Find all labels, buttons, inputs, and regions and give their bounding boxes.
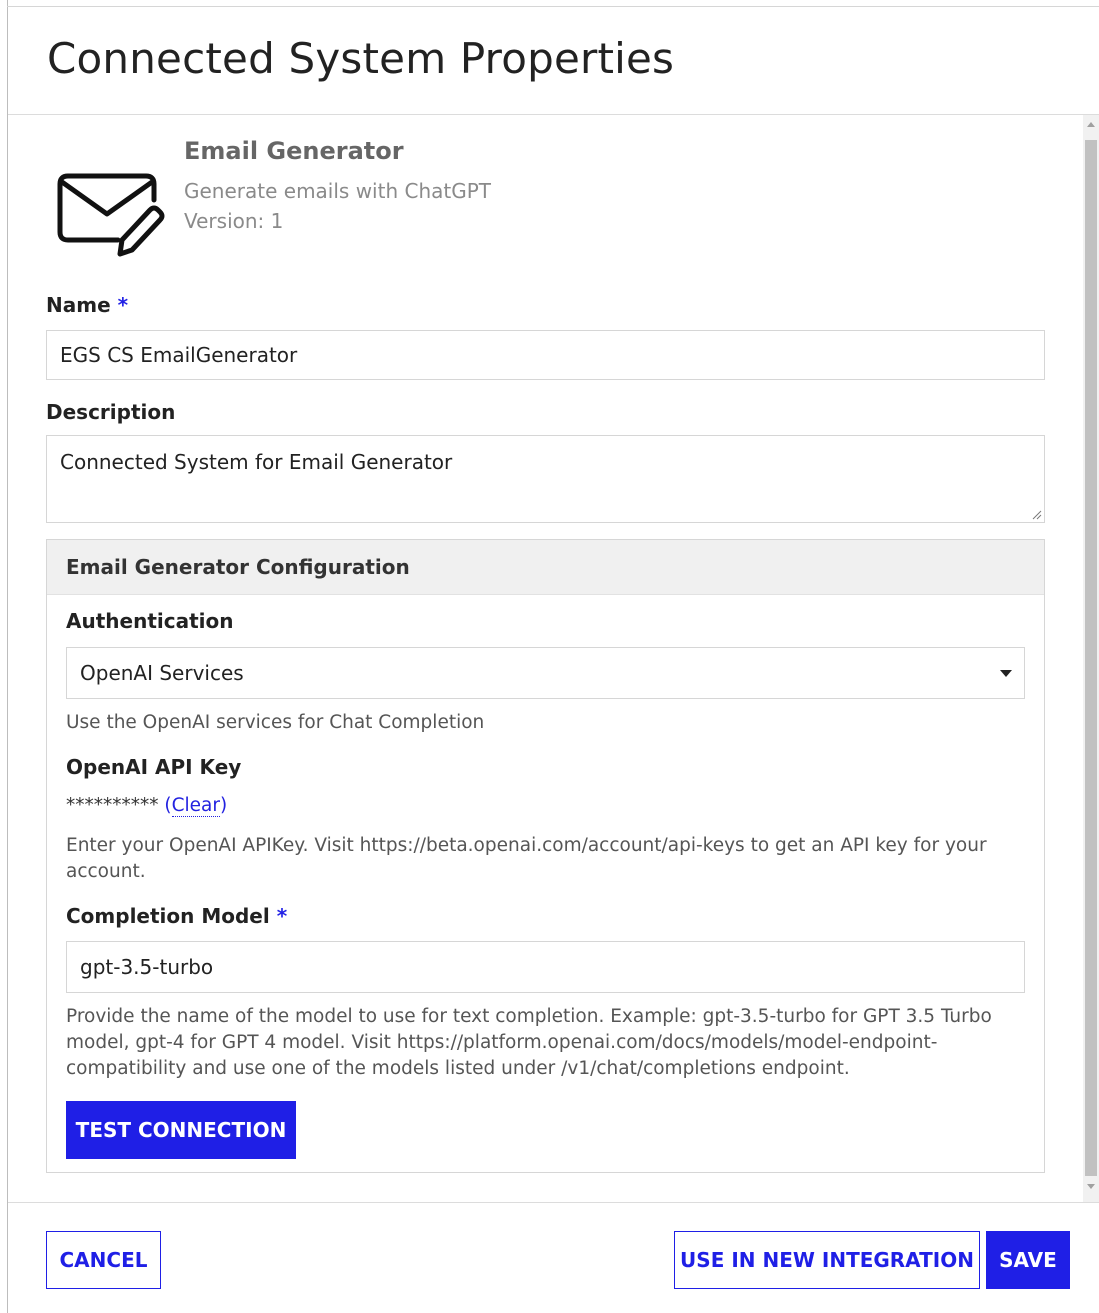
- plugin-description: Generate emails with ChatGPT: [184, 179, 492, 203]
- plugin-name: Email Generator: [184, 137, 404, 165]
- chevron-down-icon: [1000, 670, 1012, 677]
- api-key-masked-value: **********: [66, 795, 159, 816]
- save-button[interactable]: SAVE: [986, 1231, 1070, 1289]
- required-marker: *: [276, 904, 288, 928]
- api-key-row: ********** (Clear): [66, 795, 228, 817]
- config-title: Email Generator Configuration: [66, 555, 410, 579]
- required-marker: *: [117, 293, 129, 317]
- envelope-pencil-icon: [57, 173, 165, 257]
- scroll-up-icon[interactable]: [1087, 122, 1095, 127]
- config-header: Email Generator Configuration: [47, 540, 1044, 595]
- scroll-down-icon[interactable]: [1087, 1184, 1095, 1189]
- api-key-label: OpenAI API Key: [66, 755, 242, 779]
- clear-api-key-link[interactable]: Clear: [171, 795, 220, 817]
- authentication-help: Use the OpenAI services for Chat Complet…: [66, 712, 485, 733]
- authentication-label: Authentication: [66, 609, 234, 633]
- name-input-value: EGS CS EmailGenerator: [60, 343, 298, 367]
- resize-handle-icon[interactable]: [1032, 510, 1042, 520]
- test-connection-button[interactable]: TEST CONNECTION: [66, 1101, 296, 1159]
- authentication-select[interactable]: OpenAI Services: [66, 647, 1025, 699]
- name-input[interactable]: EGS CS EmailGenerator: [46, 330, 1045, 380]
- dialog-title: Connected System Properties: [47, 34, 675, 83]
- footer-divider: [8, 1202, 1099, 1203]
- description-value: Connected System for Email Generator: [60, 450, 453, 474]
- description-textarea[interactable]: Connected System for Email Generator: [46, 435, 1045, 523]
- plugin-version: Version: 1: [184, 209, 284, 233]
- config-section: Email Generator Configuration Authentica…: [46, 539, 1045, 1173]
- use-in-new-integration-button[interactable]: USE IN NEW INTEGRATION: [674, 1231, 980, 1289]
- name-label: Name *: [46, 293, 129, 317]
- window-frame-top: [7, 6, 1099, 7]
- dialog-body: Email Generator Generate emails with Cha…: [8, 115, 1083, 1202]
- scrollbar-thumb[interactable]: [1085, 140, 1097, 1176]
- api-key-help: Enter your OpenAI APIKey. Visit https://…: [66, 835, 987, 882]
- cancel-button[interactable]: CANCEL: [46, 1231, 161, 1289]
- completion-model-input[interactable]: gpt-3.5-turbo: [66, 941, 1025, 993]
- completion-model-value: gpt-3.5-turbo: [80, 955, 214, 979]
- completion-model-label: Completion Model *: [66, 904, 288, 928]
- authentication-selected-value: OpenAI Services: [80, 661, 244, 685]
- description-label: Description: [46, 400, 176, 424]
- completion-model-help: Provide the name of the model to use for…: [66, 1006, 992, 1079]
